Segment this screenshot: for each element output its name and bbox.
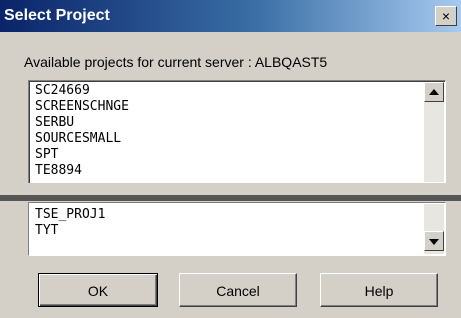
divider-gap bbox=[0, 183, 461, 195]
list-item[interactable]: SERBU bbox=[35, 115, 74, 130]
ok-button[interactable]: OK bbox=[38, 273, 158, 307]
list-item[interactable]: SOURCESMALL bbox=[35, 131, 121, 146]
project-listbox-continued[interactable]: TSE_PROJ1 TYT bbox=[28, 202, 446, 256]
list-item[interactable]: SC24669 bbox=[35, 83, 90, 98]
title-bar: Select Project × bbox=[0, 0, 461, 32]
scroll-up-arrow-icon bbox=[429, 89, 439, 95]
select-project-dialog: Select Project × Available projects for … bbox=[0, 0, 461, 318]
scroll-down-button[interactable] bbox=[424, 231, 444, 251]
list-item[interactable]: TSE_PROJ1 bbox=[35, 207, 105, 222]
project-listbox[interactable]: SC24669 SCREENSCHNGE SERBU SOURCESMALL S… bbox=[28, 80, 446, 184]
list-item[interactable]: TYT bbox=[35, 223, 58, 238]
scroll-up-button[interactable] bbox=[424, 82, 444, 102]
close-button[interactable]: × bbox=[435, 6, 457, 26]
scroll-down-arrow-icon bbox=[429, 239, 439, 245]
window-title: Select Project bbox=[4, 7, 110, 24]
help-button[interactable]: Help bbox=[320, 273, 438, 307]
list-item[interactable]: SPT bbox=[35, 147, 58, 162]
divider-bar bbox=[0, 195, 461, 201]
list-item[interactable]: SCREENSCHNGE bbox=[35, 99, 129, 114]
cancel-button[interactable]: Cancel bbox=[179, 273, 297, 307]
list-item[interactable]: TE8894 bbox=[35, 163, 82, 178]
available-projects-label: Available projects for current server : … bbox=[24, 54, 328, 70]
